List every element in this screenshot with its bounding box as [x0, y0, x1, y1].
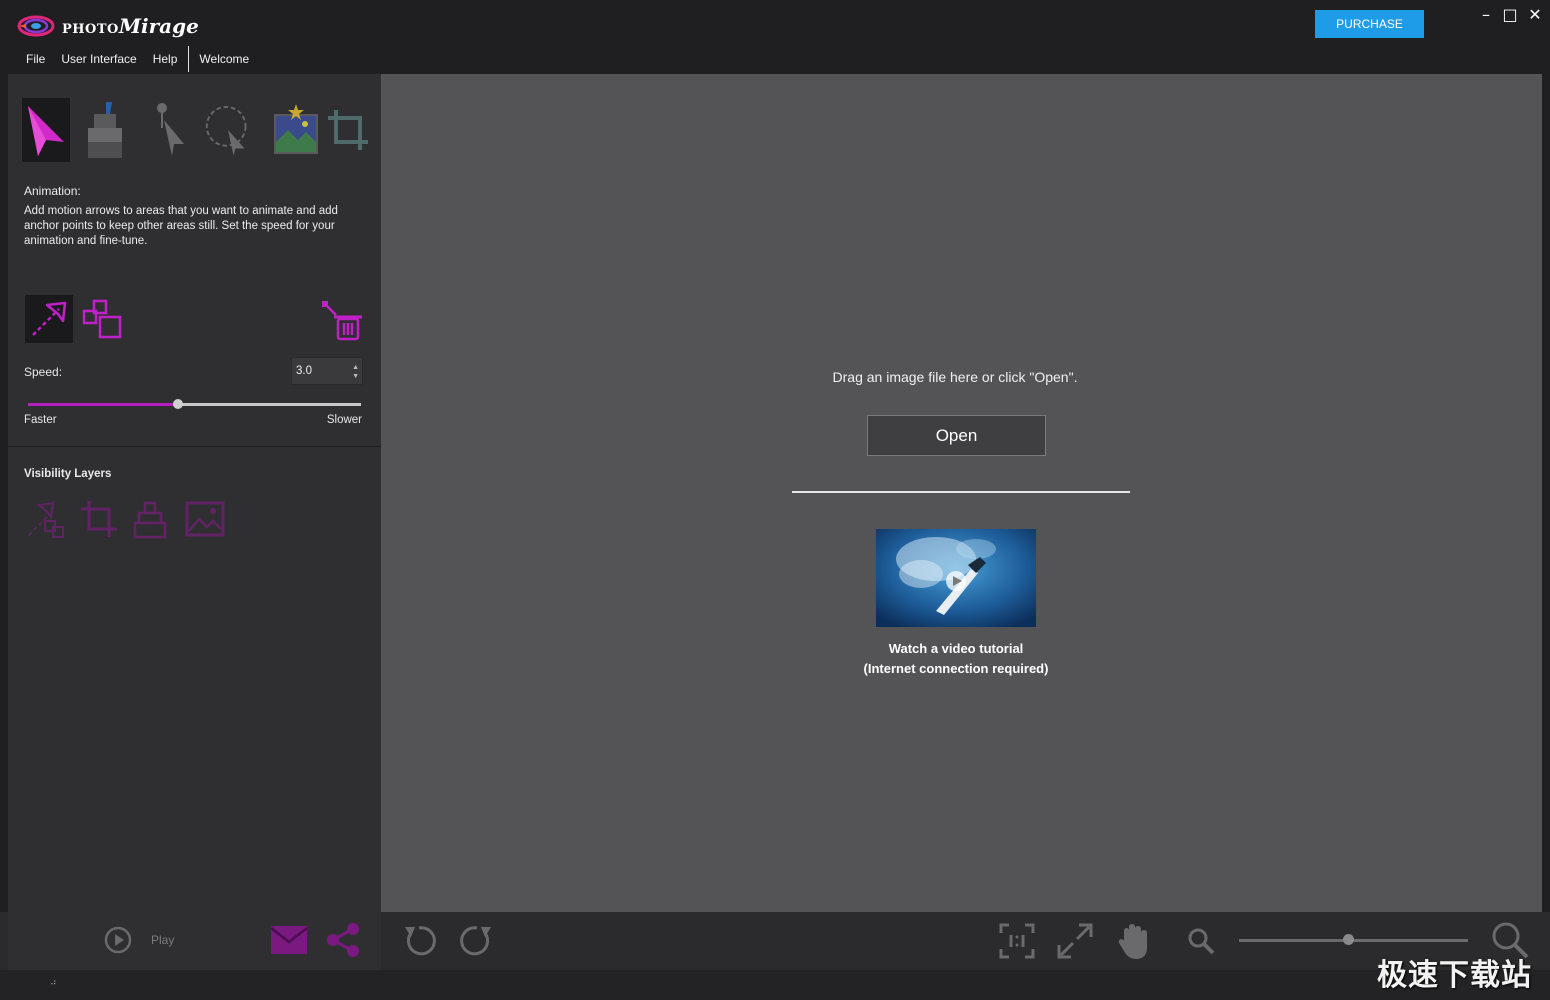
- speed-slider-fill: [28, 403, 178, 406]
- fit-to-window-icon[interactable]: [1054, 920, 1096, 962]
- minimize-button[interactable]: –: [1477, 6, 1495, 24]
- logo-text: PHOTOMirage: [62, 14, 199, 38]
- logo-text-small: PHOTO: [62, 22, 119, 37]
- title-bar: PHOTOMirage PURCHASE – □ ✕ File User Int…: [0, 0, 1550, 74]
- crop-layer-icon[interactable]: [78, 498, 120, 540]
- app-logo: PHOTOMirage: [16, 10, 199, 42]
- logo-icon: [17, 15, 55, 37]
- canvas-divider: [792, 491, 1130, 493]
- spin-up-icon[interactable]: ▲: [352, 364, 359, 371]
- zoom-out-icon[interactable]: [1186, 926, 1216, 956]
- crop-icon[interactable]: [324, 98, 372, 162]
- maximize-button[interactable]: □: [1501, 6, 1519, 24]
- purchase-button[interactable]: PURCHASE: [1315, 10, 1424, 38]
- watermark: 极速下载站: [1377, 958, 1532, 993]
- visibility-layers-row: [24, 498, 244, 542]
- anchor-points-icon[interactable]: [78, 295, 126, 343]
- motion-arrow-icon[interactable]: [25, 295, 73, 343]
- mask-layer-icon[interactable]: [130, 498, 172, 540]
- left-panel: Animation: Add motion arrows to areas th…: [8, 74, 381, 912]
- menu-welcome[interactable]: Welcome: [191, 52, 257, 66]
- anchor-selection-icon[interactable]: [146, 98, 194, 162]
- drag-instructions: Drag an image file here or click "Open".: [832, 369, 1078, 385]
- tool-row: [22, 98, 372, 162]
- image-icon[interactable]: [272, 98, 320, 162]
- status-bar: ⠴: [0, 970, 1550, 1000]
- menu-file[interactable]: File: [18, 52, 53, 66]
- faster-label: Faster: [24, 414, 57, 426]
- mask-tool-icon[interactable]: [78, 98, 126, 162]
- redo-icon[interactable]: [458, 922, 496, 960]
- play-icon[interactable]: [102, 924, 134, 956]
- animation-tool-icon[interactable]: [22, 98, 70, 162]
- speed-slider-thumb[interactable]: [172, 399, 183, 409]
- video-caption[interactable]: Watch a video tutorial (Internet connect…: [781, 639, 1131, 679]
- arrows-layer-icon[interactable]: [24, 498, 66, 540]
- speed-slider[interactable]: [28, 399, 361, 409]
- speed-value: 3.0: [296, 365, 312, 377]
- open-button[interactable]: Open: [867, 415, 1046, 456]
- slower-label: Slower: [326, 414, 362, 426]
- spin-down-icon[interactable]: ▼: [352, 373, 359, 380]
- speed-label: Speed:: [24, 365, 63, 379]
- lasso-selection-icon[interactable]: [204, 98, 252, 162]
- animation-description: Add motion arrows to areas that you want…: [24, 205, 338, 247]
- menu-bar: File User Interface Help Welcome: [18, 46, 257, 72]
- menu-user-interface[interactable]: User Interface: [53, 52, 144, 66]
- speed-input[interactable]: 3.0 ▲ ▼: [291, 357, 363, 385]
- bottom-toolbar: Play: [0, 912, 1550, 970]
- actual-size-icon[interactable]: [996, 920, 1038, 962]
- resize-grip-icon[interactable]: ⠴: [50, 978, 57, 988]
- panel-divider: [8, 446, 381, 447]
- image-layer-icon[interactable]: [184, 498, 226, 540]
- play-label[interactable]: Play: [151, 933, 174, 947]
- animation-title: Animation:: [24, 184, 81, 198]
- menu-help[interactable]: Help: [145, 52, 186, 66]
- video-tutorial-thumbnail[interactable]: [876, 529, 1036, 627]
- delete-icon[interactable]: [318, 295, 366, 343]
- visibility-layers-title: Visibility Layers: [24, 468, 112, 480]
- undo-icon[interactable]: [400, 922, 438, 960]
- email-icon[interactable]: [268, 922, 310, 958]
- menu-separator: [188, 46, 190, 72]
- logo-text-big: Mirage: [118, 14, 199, 38]
- zoom-slider-thumb[interactable]: [1343, 934, 1355, 945]
- image-canvas[interactable]: Drag an image file here or click "Open".…: [381, 74, 1542, 912]
- video-caption-line2: (Internet connection required): [863, 661, 1049, 676]
- pan-hand-icon[interactable]: [1114, 920, 1154, 962]
- video-caption-line1: Watch a video tutorial: [888, 641, 1024, 656]
- close-button[interactable]: ✕: [1526, 6, 1544, 24]
- share-icon[interactable]: [324, 921, 362, 959]
- app-window: PHOTOMirage PURCHASE – □ ✕ File User Int…: [0, 0, 1550, 1000]
